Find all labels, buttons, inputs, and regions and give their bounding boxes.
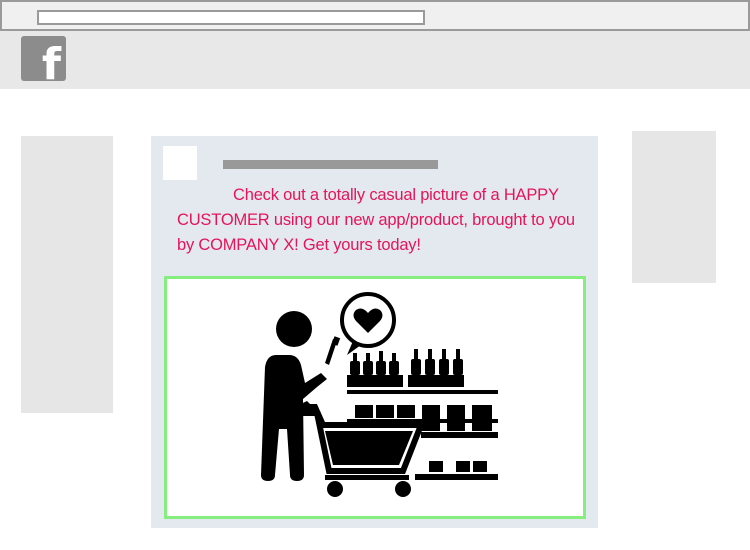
post-author-avatar[interactable] bbox=[163, 146, 197, 180]
shopping-customer-icon bbox=[261, 292, 498, 497]
facebook-icon[interactable]: f bbox=[21, 36, 66, 81]
post-image[interactable] bbox=[164, 276, 586, 519]
facebook-logo-glyph: f bbox=[41, 39, 61, 82]
top-navigation-bar: f bbox=[0, 31, 750, 89]
browser-toolbar bbox=[0, 0, 750, 31]
right-sidebar-placeholder bbox=[632, 131, 716, 283]
post-card: Check out a totally casual picture of a … bbox=[151, 136, 598, 528]
post-text: Check out a totally casual picture of a … bbox=[177, 186, 575, 254]
address-bar[interactable] bbox=[37, 10, 425, 25]
left-sidebar-placeholder bbox=[21, 136, 113, 413]
post-author-name-placeholder[interactable] bbox=[223, 160, 438, 169]
